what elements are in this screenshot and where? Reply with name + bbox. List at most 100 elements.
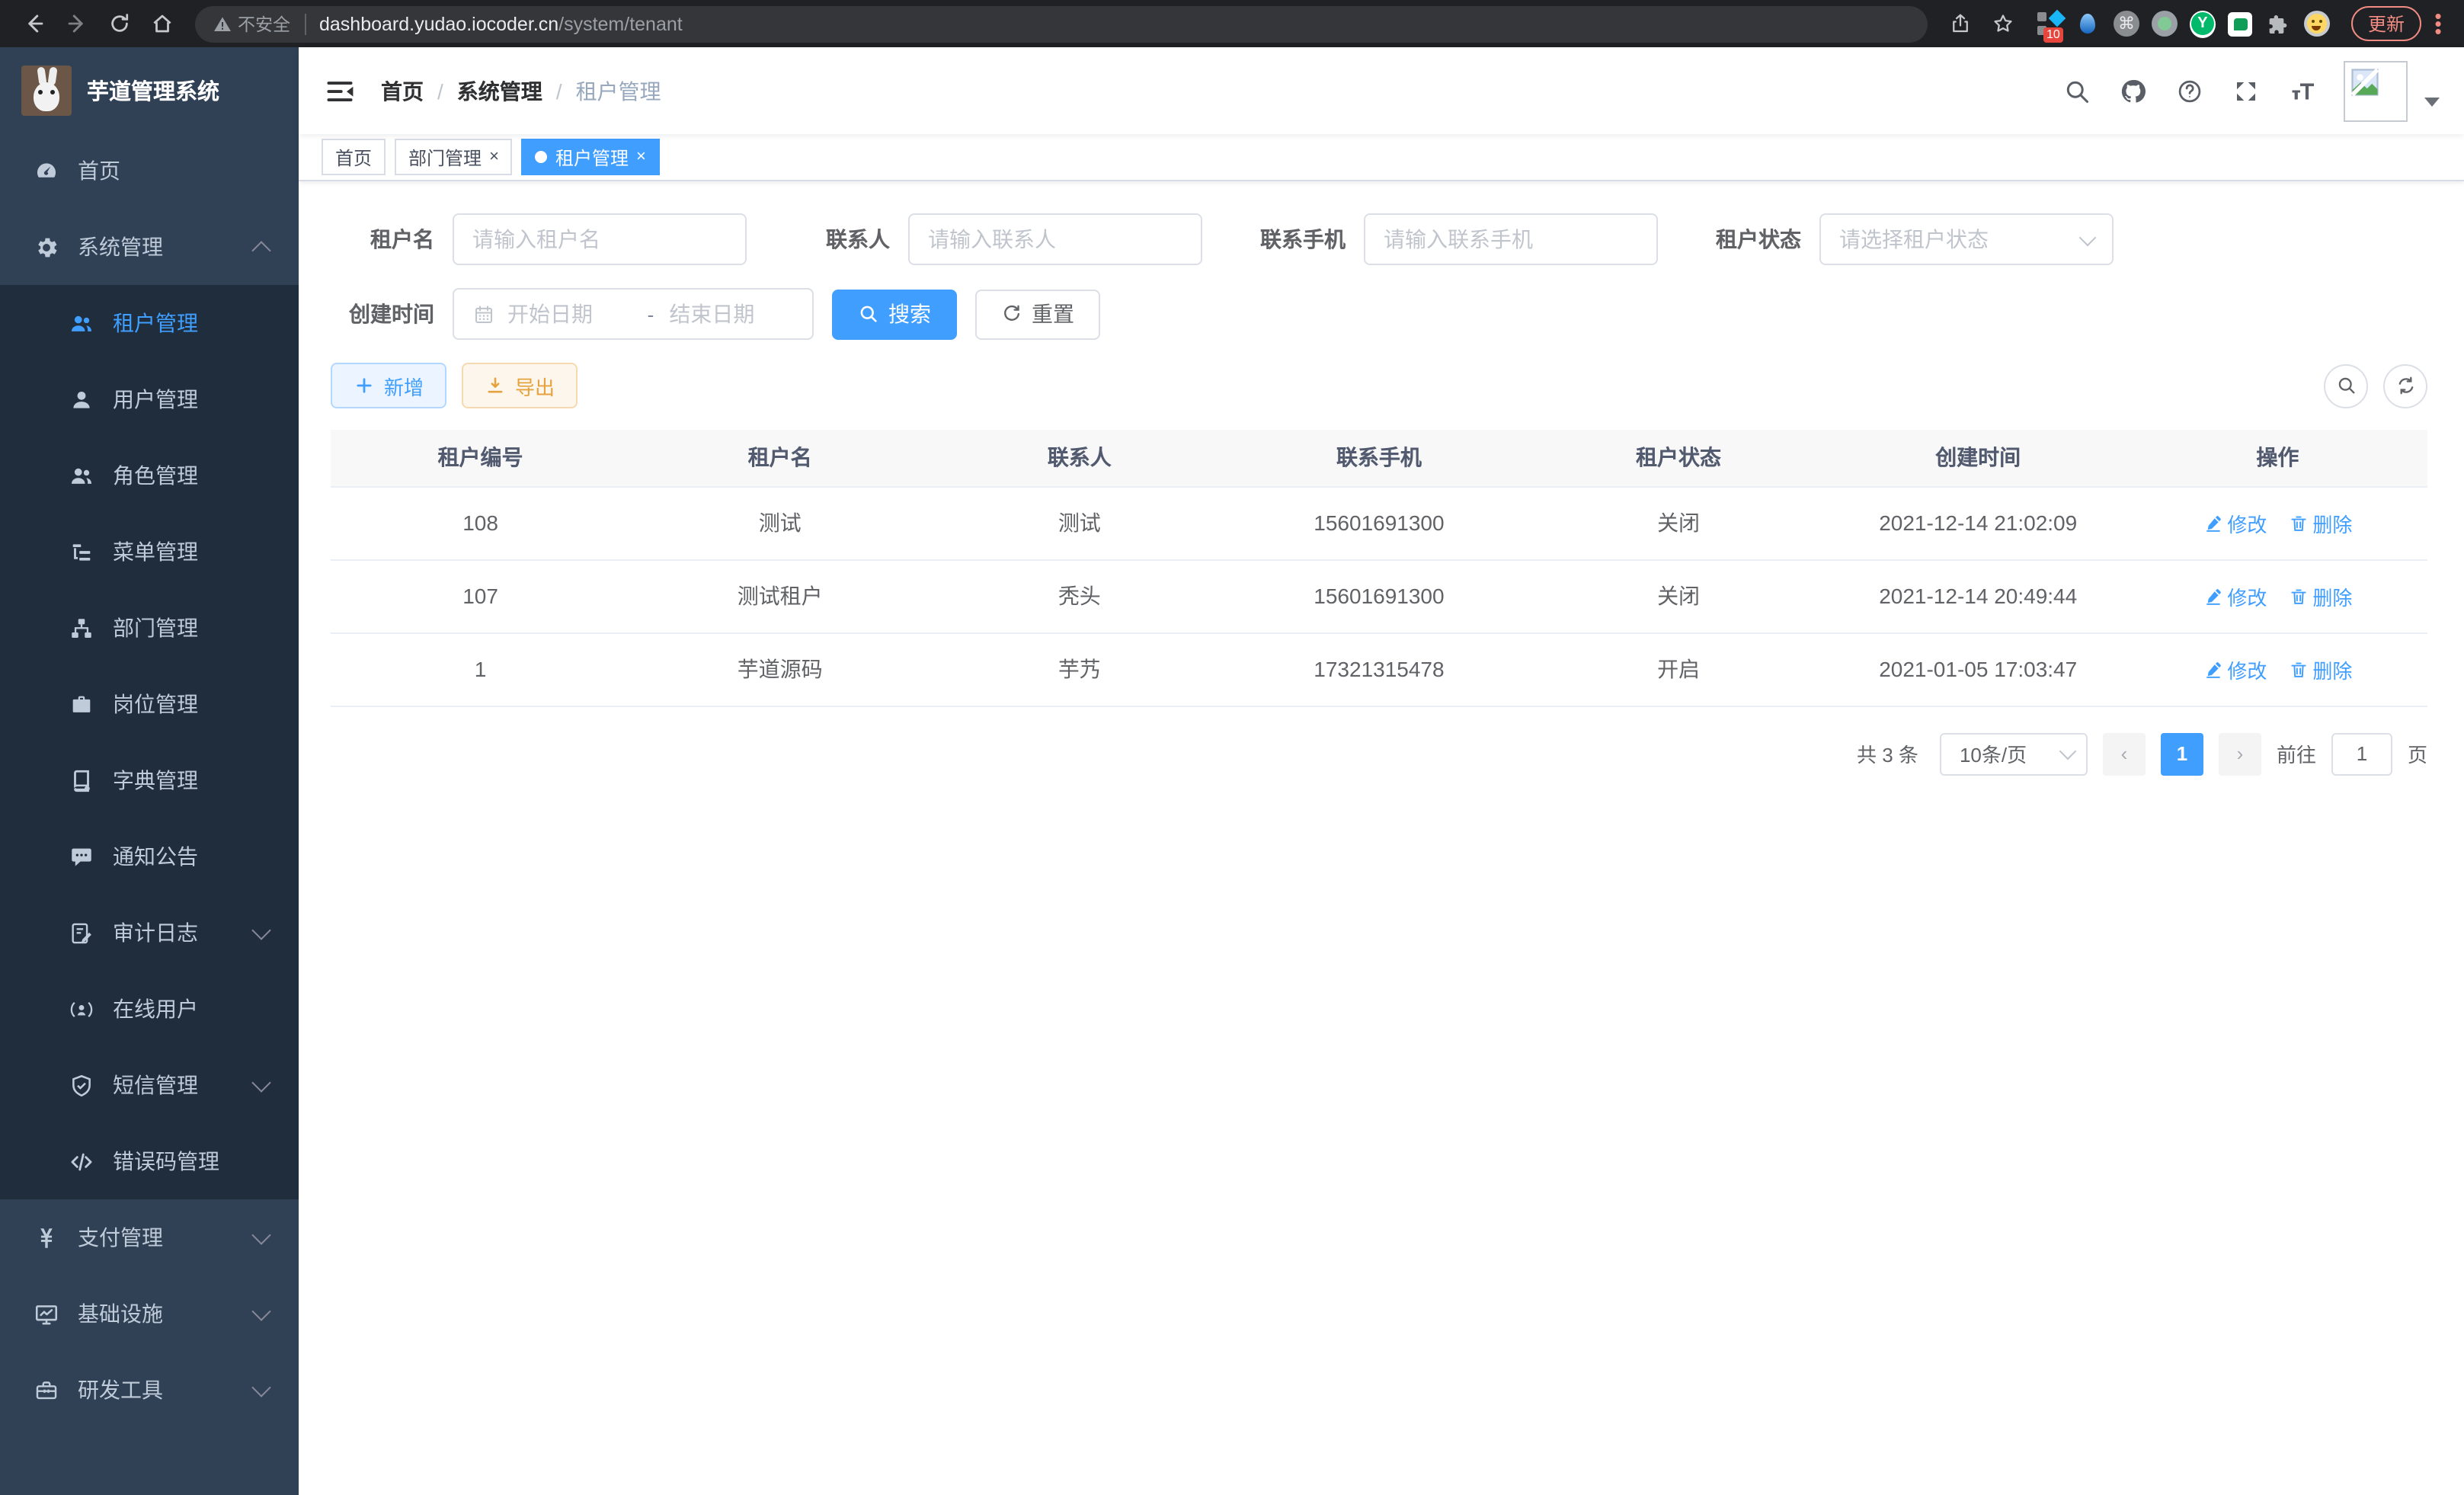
not-secure-indicator[interactable]: 不安全	[213, 11, 290, 36]
extension-command-icon[interactable]: ⌘	[2114, 11, 2139, 37]
security-label: 不安全	[238, 11, 290, 36]
extension-circle-dot-icon[interactable]	[2152, 11, 2178, 37]
sidebar-item-部门管理[interactable]: 部门管理	[0, 590, 299, 666]
avatar[interactable]	[2344, 60, 2408, 121]
prev-page-button[interactable]: ‹	[2103, 732, 2146, 775]
browser-menu-kebab-icon[interactable]: •••	[2427, 12, 2449, 35]
page-1-button[interactable]: 1	[2161, 732, 2203, 775]
sidebar-item-租户管理[interactable]: 租户管理	[0, 285, 299, 361]
tenant-name-input[interactable]	[472, 227, 727, 251]
extension-kite-icon[interactable]	[2075, 11, 2101, 37]
delete-link[interactable]: 删除	[2288, 581, 2352, 610]
range-separator: -	[645, 303, 658, 325]
share-button[interactable]	[1943, 5, 1979, 42]
chevron-down-icon	[251, 1301, 270, 1320]
sidebar-item-label: 在线用户	[113, 994, 198, 1024]
refresh-icon	[1001, 303, 1022, 325]
next-page-button[interactable]: ›	[2219, 732, 2261, 775]
help-icon[interactable]	[2174, 75, 2205, 106]
close-icon[interactable]: ×	[489, 149, 499, 165]
pagination: 共 3 条 10条/页 ‹ 1 › 前往 页	[331, 732, 2427, 775]
end-date-placeholder[interactable]: 结束日期	[669, 299, 794, 329]
close-icon[interactable]: ×	[636, 149, 646, 165]
sidebar-item-通知公告[interactable]: 通知公告	[0, 818, 299, 895]
page-size-select[interactable]: 10条/页	[1940, 732, 2088, 775]
edit-link[interactable]: 修改	[2203, 655, 2267, 683]
sidebar-item-基础设施[interactable]: 基础设施	[0, 1276, 299, 1352]
sidebar-item-角色管理[interactable]: 角色管理	[0, 437, 299, 514]
breadcrumb-item-首页[interactable]: 首页	[381, 75, 424, 106]
user-icon	[67, 386, 94, 413]
table-cell-actions: 修改删除	[2128, 486, 2427, 559]
browser-forward-button[interactable]	[58, 5, 94, 42]
table-row: 1芋道源码芋艿17321315478开启2021-01-05 17:03:47修…	[331, 632, 2427, 706]
sidebar-item-菜单管理[interactable]: 菜单管理	[0, 514, 299, 590]
export-button[interactable]: 导出	[462, 363, 578, 408]
delete-link-label: 删除	[2312, 581, 2352, 610]
font-size-icon[interactable]	[2287, 75, 2318, 106]
sidebar-item-支付管理[interactable]: 支付管理	[0, 1199, 299, 1276]
sidebar-item-研发工具[interactable]: 研发工具	[0, 1352, 299, 1428]
browser-home-button[interactable]	[143, 5, 180, 42]
collapse-sidebar-icon[interactable]	[323, 74, 357, 107]
breadcrumb-separator: /	[437, 78, 443, 103]
sidebar-item-错误码管理[interactable]: 错误码管理	[0, 1123, 299, 1199]
column-header-联系人: 联系人	[930, 430, 1229, 486]
extension-emoji-icon[interactable]	[2304, 11, 2330, 37]
sidebar-item-用户管理[interactable]: 用户管理	[0, 361, 299, 437]
edit-link[interactable]: 修改	[2203, 581, 2267, 610]
delete-link[interactable]: 删除	[2288, 508, 2352, 537]
sidebar-logo[interactable]: 芋道管理系统	[0, 47, 299, 133]
download-icon	[485, 375, 506, 396]
column-header-租户编号: 租户编号	[331, 430, 630, 486]
fullscreen-icon[interactable]	[2231, 75, 2261, 106]
tab-租户管理[interactable]: 租户管理×	[522, 139, 660, 175]
add-button[interactable]: 新增	[331, 363, 446, 408]
column-header-租户状态: 租户状态	[1529, 430, 1829, 486]
date-range-picker[interactable]: 开始日期 - 结束日期	[453, 288, 814, 340]
breadcrumb-item-系统管理[interactable]: 系统管理	[457, 75, 542, 106]
table-cell: 108	[331, 486, 630, 559]
toggle-search-button[interactable]	[2324, 363, 2368, 408]
sidebar-item-审计日志[interactable]: 审计日志	[0, 895, 299, 971]
goto-page-input[interactable]	[2331, 732, 2392, 775]
contact-input[interactable]	[928, 227, 1182, 251]
browser-reload-button[interactable]	[101, 5, 137, 42]
address-bar[interactable]: 不安全 dashboard.yudao.iocoder.cn/system/te…	[195, 5, 1928, 42]
sidebar-item-在线用户[interactable]: 在线用户	[0, 971, 299, 1047]
status-select[interactable]: 请选择租户状态	[1819, 213, 2114, 265]
tab-首页[interactable]: 首页	[322, 139, 386, 175]
search-icon[interactable]	[2062, 75, 2092, 106]
extension-chat-icon[interactable]	[2228, 11, 2254, 37]
browser-update-button[interactable]: 更新	[2351, 6, 2421, 41]
sidebar-item-首页[interactable]: 首页	[0, 133, 299, 209]
post-briefcase-icon	[67, 690, 94, 718]
sidebar-item-字典管理[interactable]: 字典管理	[0, 742, 299, 818]
notice-message-icon	[67, 843, 94, 870]
bookmark-star-button[interactable]	[1986, 5, 2022, 42]
table-cell: 关闭	[1529, 559, 1829, 632]
search-button[interactable]: 搜索	[832, 289, 957, 339]
edit-link-label: 修改	[2227, 508, 2267, 537]
avatar-caret-down-icon[interactable]	[2424, 97, 2440, 106]
tab-部门管理[interactable]: 部门管理×	[395, 139, 513, 175]
sidebar-item-系统管理[interactable]: 系统管理	[0, 209, 299, 285]
dashboard-icon	[32, 157, 59, 184]
extension-yuque-icon[interactable]: Y	[2190, 11, 2216, 37]
column-header-操作: 操作	[2128, 430, 2427, 486]
delete-link[interactable]: 删除	[2288, 655, 2352, 683]
edit-icon	[2203, 659, 2222, 679]
refresh-table-button[interactable]	[2383, 363, 2427, 408]
sidebar-item-岗位管理[interactable]: 岗位管理	[0, 666, 299, 742]
extension-grid-diamond-icon[interactable]: 10	[2037, 11, 2063, 37]
edit-icon	[2203, 513, 2222, 533]
url-text[interactable]: dashboard.yudao.iocoder.cn/system/tenant	[319, 13, 683, 34]
extension-puzzle-icon[interactable]	[2266, 11, 2292, 37]
reset-button[interactable]: 重置	[975, 289, 1100, 339]
sidebar-item-短信管理[interactable]: 短信管理	[0, 1047, 299, 1123]
edit-link[interactable]: 修改	[2203, 508, 2267, 537]
start-date-placeholder[interactable]: 开始日期	[507, 299, 632, 329]
github-icon[interactable]	[2118, 75, 2149, 106]
browser-back-button[interactable]	[15, 5, 52, 42]
mobile-input[interactable]	[1384, 227, 1638, 251]
